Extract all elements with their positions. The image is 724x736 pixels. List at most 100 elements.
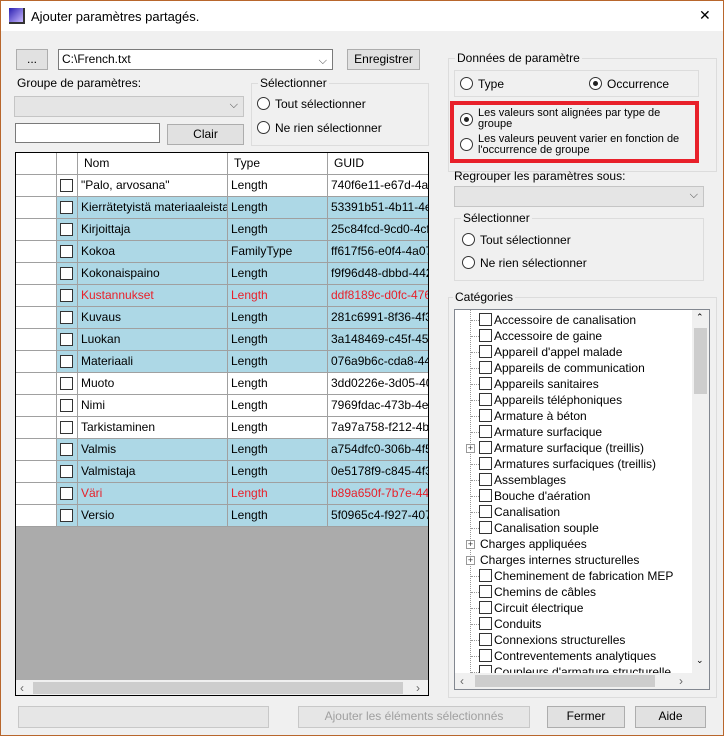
table-row[interactable]: "Palo, arvosana" Length 740f6e11-e67d-4a… — [16, 175, 428, 197]
table-row[interactable]: Väri Length b89a650f-7b7e-44ff-8 — [16, 483, 428, 505]
cell-guid[interactable]: 53391b51-4b11-4e8a — [328, 197, 428, 218]
close-button[interactable]: Fermer — [547, 706, 625, 728]
category-label[interactable]: Appareils téléphoniques — [494, 392, 622, 408]
row-header[interactable] — [16, 373, 57, 394]
row-checkbox[interactable] — [60, 465, 73, 478]
category-checkbox[interactable] — [479, 457, 492, 470]
row-checkbox[interactable] — [60, 333, 73, 346]
cell-type[interactable]: Length — [228, 505, 328, 526]
category-label[interactable]: Armatures surfaciques (treillis) — [494, 456, 656, 472]
row-header[interactable] — [16, 197, 57, 218]
row-checkbox[interactable] — [60, 421, 73, 434]
cell-name[interactable]: Versio — [78, 505, 228, 526]
cell-guid[interactable]: 25c84fcd-9cd0-4cfa- — [328, 219, 428, 240]
category-checkbox[interactable] — [479, 345, 492, 358]
category-checkbox[interactable] — [479, 377, 492, 390]
row-header[interactable] — [16, 219, 57, 240]
row-header[interactable] — [16, 439, 57, 460]
row-checkbox-cell[interactable] — [57, 329, 78, 350]
category-label[interactable]: Assemblages — [494, 472, 566, 488]
select-all-radio[interactable] — [257, 97, 270, 110]
cell-guid[interactable]: 740f6e11-e67d-4ae7 — [328, 175, 428, 196]
cell-name[interactable]: Muoto — [78, 373, 228, 394]
cell-name[interactable]: Kustannukset — [78, 285, 228, 306]
type-label[interactable]: Type — [478, 77, 504, 91]
category-checkbox[interactable] — [479, 329, 492, 342]
category-checkbox[interactable] — [479, 633, 492, 646]
category-item[interactable]: Accessoire de gaine — [455, 328, 691, 344]
cell-type[interactable]: Length — [228, 351, 328, 372]
header-name[interactable]: Nom — [78, 153, 228, 174]
category-label[interactable]: Contreventements analytiques — [494, 648, 656, 664]
select-all-label[interactable]: Tout sélectionner — [275, 97, 366, 111]
select-none-radio[interactable] — [257, 121, 270, 134]
category-checkbox[interactable] — [479, 601, 492, 614]
category-checkbox[interactable] — [479, 505, 492, 518]
category-checkbox[interactable] — [479, 473, 492, 486]
horizontal-scrollbar[interactable]: ‹ › — [16, 680, 428, 695]
category-item[interactable]: Canalisation souple — [455, 520, 691, 536]
cell-name[interactable]: Valmistaja — [78, 461, 228, 482]
category-item[interactable]: Conduits — [455, 616, 691, 632]
cell-guid[interactable]: 0e5178f9-c845-4f3c- — [328, 461, 428, 482]
row-checkbox-cell[interactable] — [57, 417, 78, 438]
scroll-thumb[interactable] — [475, 675, 655, 687]
table-row[interactable]: Tarkistaminen Length 7a97a758-f212-4b3d — [16, 417, 428, 439]
add-selected-button[interactable]: Ajouter les éléments sélectionnés — [298, 706, 530, 728]
row-checkbox-cell[interactable] — [57, 219, 78, 240]
vary-radio[interactable] — [460, 138, 473, 151]
cell-guid[interactable]: b89a650f-7b7e-44ff-8 — [328, 483, 428, 504]
cell-guid[interactable]: ddf8189c-d0fc-4764- — [328, 285, 428, 306]
category-checkbox[interactable] — [479, 425, 492, 438]
vary-label[interactable]: Les valeurs peuvent varier en fonction d… — [478, 134, 683, 156]
category-checkbox[interactable] — [479, 521, 492, 534]
row-checkbox[interactable] — [60, 201, 73, 214]
row-header[interactable] — [16, 175, 57, 196]
category-checkbox[interactable] — [479, 649, 492, 662]
category-label[interactable]: Appareil d'appel malade — [494, 344, 622, 360]
category-item[interactable]: Accessoire de canalisation — [455, 312, 691, 328]
help-button[interactable]: Aide — [635, 706, 706, 728]
category-item[interactable]: Circuit électrique — [455, 600, 691, 616]
category-item[interactable]: Cheminement de fabrication MEP — [455, 568, 691, 584]
table-row[interactable]: Kokoa FamilyType ff617f56-e0f4-4a07-a — [16, 241, 428, 263]
category-label[interactable]: Accessoire de gaine — [494, 328, 602, 344]
cell-name[interactable]: Kierrätetyistä materiaaleista — [78, 197, 228, 218]
scroll-up-icon[interactable]: ⌃ — [696, 312, 704, 323]
cell-name[interactable]: "Palo, arvosana" — [78, 175, 228, 196]
category-label[interactable]: Chemins de câbles — [494, 584, 596, 600]
select-none-radio[interactable] — [462, 256, 475, 269]
vertical-scrollbar[interactable]: ⌃ ⌄ — [692, 310, 709, 673]
row-checkbox[interactable] — [60, 267, 73, 280]
category-label[interactable]: Circuit électrique — [494, 600, 583, 616]
cell-type[interactable]: Length — [228, 461, 328, 482]
cell-type[interactable]: Length — [228, 395, 328, 416]
row-checkbox[interactable] — [60, 509, 73, 522]
filter-input[interactable] — [15, 123, 160, 143]
cell-guid[interactable]: 281c6991-8f36-4f34- — [328, 307, 428, 328]
row-checkbox-cell[interactable] — [57, 197, 78, 218]
table-row[interactable]: Versio Length 5f0965c4-f927-407e- — [16, 505, 428, 527]
browse-button[interactable]: ... — [16, 49, 48, 70]
category-checkbox[interactable] — [479, 393, 492, 406]
category-item[interactable]: Armature surfacique — [455, 424, 691, 440]
row-header[interactable] — [16, 461, 57, 482]
row-header[interactable] — [16, 483, 57, 504]
row-checkbox[interactable] — [60, 443, 73, 456]
regroup-combo[interactable]: ⌵ — [454, 186, 704, 207]
category-label[interactable]: Accessoire de canalisation — [494, 312, 636, 328]
cell-name[interactable]: Kuvaus — [78, 307, 228, 328]
table-row[interactable]: Kuvaus Length 281c6991-8f36-4f34- — [16, 307, 428, 329]
cell-name[interactable]: Väri — [78, 483, 228, 504]
category-label[interactable]: Canalisation souple — [494, 520, 599, 536]
row-header[interactable] — [16, 417, 57, 438]
scroll-left-icon[interactable]: ‹ — [20, 681, 24, 695]
save-button[interactable]: Enregistrer — [347, 49, 420, 70]
row-header[interactable] — [16, 263, 57, 284]
expand-icon[interactable]: + — [466, 444, 475, 453]
cell-name[interactable]: Materiaali — [78, 351, 228, 372]
cell-guid[interactable]: 5f0965c4-f927-407e- — [328, 505, 428, 526]
row-checkbox[interactable] — [60, 377, 73, 390]
category-label[interactable]: Armature surfacique — [494, 424, 602, 440]
cell-type[interactable]: Length — [228, 373, 328, 394]
